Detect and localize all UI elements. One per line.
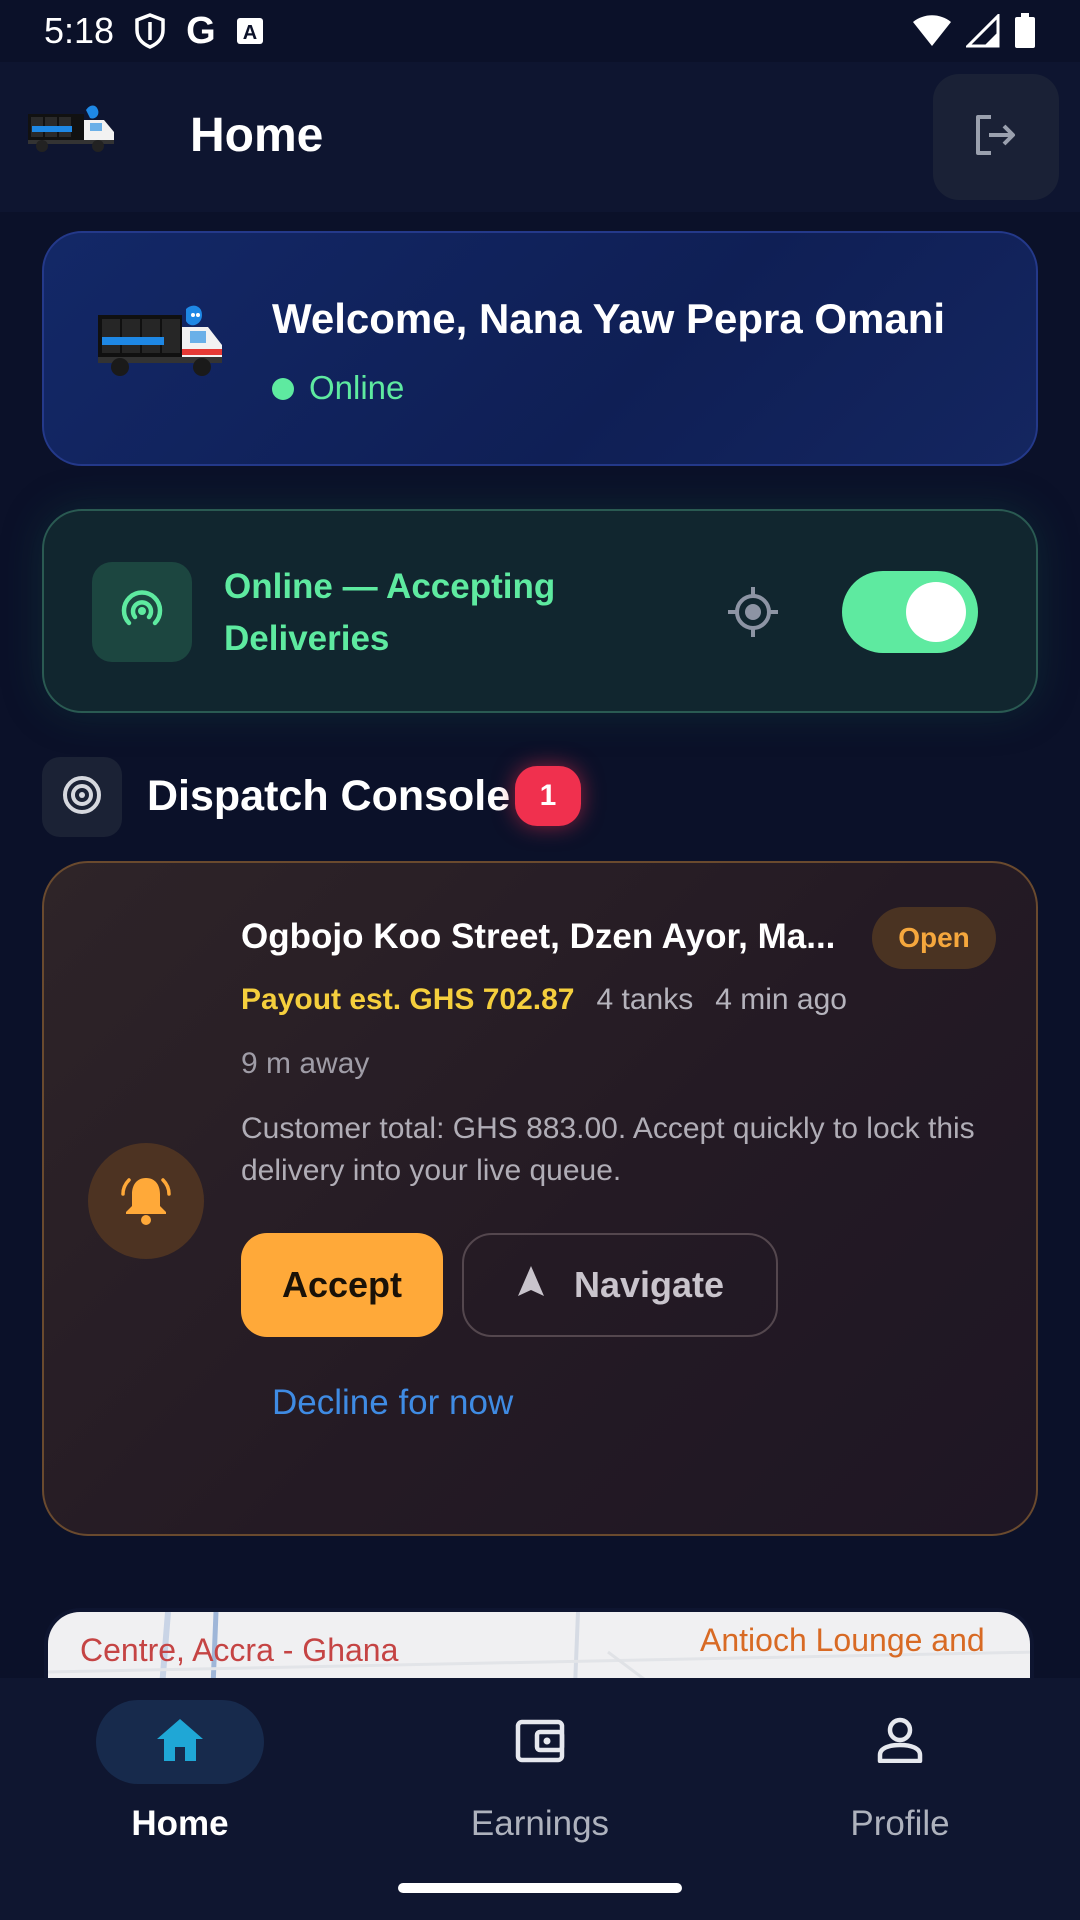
cell-signal-icon — [966, 14, 1000, 48]
nav-label-home: Home — [131, 1804, 229, 1843]
shield-icon — [134, 13, 166, 49]
dispatch-icon-box — [42, 757, 122, 837]
home-icon — [155, 1717, 205, 1768]
home-gesture-indicator[interactable] — [398, 1883, 682, 1893]
availability-card: Online — Accepting Deliveries — [42, 509, 1038, 713]
online-status-label: Online — [309, 369, 405, 406]
accept-button[interactable]: Accept — [241, 1233, 443, 1337]
dispatch-count-badge: 1 — [515, 766, 581, 826]
welcome-card: Welcome, Nana Yaw Pepra Omani Online — [42, 231, 1038, 466]
time-ago: 4 min ago — [715, 983, 847, 1016]
nav-label-profile: Profile — [850, 1804, 950, 1843]
delivery-description: Customer total: GHS 883.00. Accept quick… — [241, 1112, 975, 1187]
target-icon[interactable] — [726, 585, 780, 639]
delivery-address: Ogbojo Koo Street, Dzen Ayor, Ma... — [241, 917, 836, 956]
bell-icon-circle — [88, 1143, 204, 1259]
dispatch-console-title: Dispatch Console — [147, 772, 511, 820]
wallet-icon — [515, 1716, 565, 1769]
radar-icon — [117, 585, 167, 640]
nav-home-pill — [96, 1700, 264, 1784]
water-truck-icon — [98, 305, 228, 385]
bell-icon — [121, 1172, 171, 1231]
status-time: 5:18 — [44, 10, 115, 51]
logout-button[interactable] — [933, 74, 1059, 200]
navigation-arrow-icon — [516, 1264, 546, 1307]
status-bar: 5:18 G A — [0, 0, 1080, 62]
online-toggle-switch[interactable] — [842, 571, 978, 653]
payout-estimate: Payout est. GHS 702.87 — [241, 983, 575, 1016]
nav-item-profile[interactable]: Profile — [792, 1692, 1032, 1852]
nav-item-home[interactable]: Home — [72, 1692, 312, 1852]
navigate-button[interactable]: Navigate — [462, 1233, 778, 1337]
delivery-request-card[interactable]: Ogbojo Koo Street, Dzen Ayor, Ma... Open… — [42, 861, 1038, 1536]
online-status-dot — [272, 378, 294, 400]
delivery-status-badge: Open — [872, 907, 996, 969]
map-label-medical-centre: Centre, Accra - Ghana — [80, 1632, 399, 1668]
navigate-label: Navigate — [573, 1264, 725, 1305]
tank-count: 4 tanks — [596, 983, 694, 1016]
logout-icon — [973, 114, 1019, 161]
availability-label: Online — Accepting Deliveries — [224, 567, 556, 658]
nav-item-earnings[interactable]: Earnings — [432, 1692, 672, 1852]
map-label-lounge: Antioch Lounge and — [700, 1622, 985, 1658]
radar-icon-box — [92, 562, 192, 662]
battery-icon — [1014, 13, 1036, 49]
nav-profile-pill — [816, 1700, 984, 1784]
font-a-icon: A — [236, 17, 264, 45]
switch-knob — [906, 582, 966, 642]
app-bar: Home — [0, 62, 1080, 212]
delivery-distance: 9 m away — [241, 1047, 370, 1080]
nav-label-earnings: Earnings — [470, 1804, 610, 1843]
person-icon — [877, 1717, 923, 1768]
delivery-meta-row: Payout est. GHS 702.87 4 tanks 4 min ago — [241, 983, 847, 1017]
decline-button[interactable]: Decline for now — [272, 1383, 513, 1423]
page-title: Home — [190, 109, 324, 162]
nav-earnings-pill — [456, 1700, 624, 1784]
water-truck-logo — [28, 104, 118, 154]
bullseye-icon — [61, 774, 103, 821]
google-g-icon: G — [186, 9, 216, 52]
welcome-title: Welcome, Nana Yaw Pepra Omani — [272, 295, 946, 342]
wifi-icon — [912, 14, 952, 48]
svg-text:A: A — [242, 22, 256, 44]
